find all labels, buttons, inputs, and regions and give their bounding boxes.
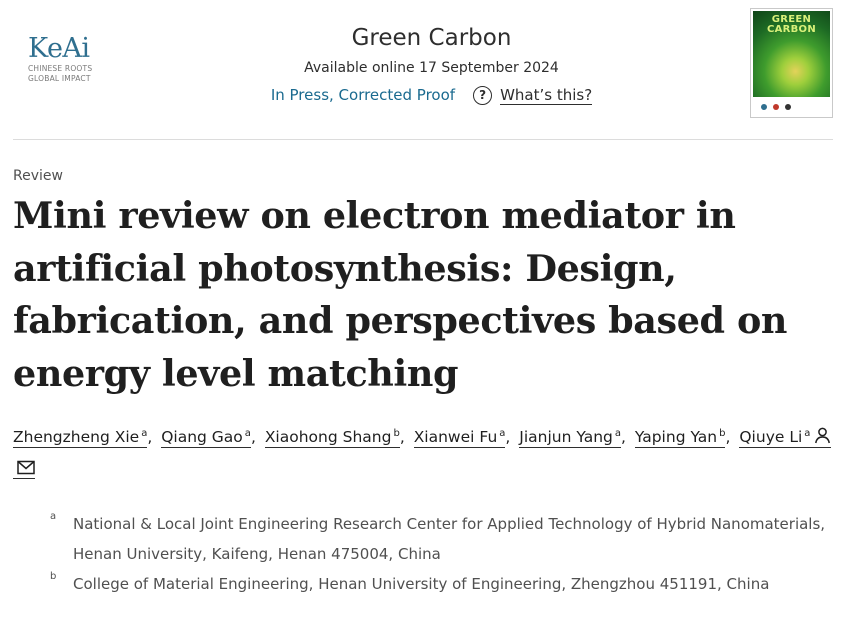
- cover-title: GREEN CARBON: [753, 15, 830, 35]
- cover-publisher-mark: [761, 104, 767, 110]
- author-affiliation-mark: a: [804, 427, 811, 439]
- cover-title-line2: CARBON: [766, 24, 817, 35]
- question-circle-icon: ?: [473, 85, 493, 105]
- affiliation-text: College of Material Engineering, Henan U…: [73, 575, 770, 593]
- affiliation-item: b College of Material Engineering, Henan …: [50, 569, 830, 599]
- person-icon: [814, 425, 831, 454]
- whats-this-help[interactable]: ? What’s this?: [473, 85, 593, 105]
- author-separator: ,: [505, 428, 511, 446]
- author-name: Zhengzheng Xie: [13, 428, 140, 446]
- author-link[interactable]: Qiang Gao a: [161, 428, 251, 448]
- cover-partner-mark: [785, 104, 791, 110]
- affiliation-item: a National & Local Joint Engineering Rese…: [50, 509, 830, 569]
- journal-cover-image: GREEN CARBON: [753, 11, 830, 115]
- author-separator: ,: [399, 428, 405, 446]
- journal-header: KeAi CHINESE ROOTS GLOBAL IMPACT Green C…: [0, 0, 841, 141]
- header-divider: [13, 139, 833, 140]
- publisher-wordmark: KeAi: [28, 33, 90, 64]
- author-separator: ,: [147, 428, 153, 446]
- author-affiliation-mark: b: [393, 427, 400, 439]
- author-name: Qiuye Li: [739, 428, 803, 446]
- author-name: Yaping Yan: [634, 428, 718, 446]
- author-separator: ,: [725, 428, 731, 446]
- author-name: Qiang Gao: [161, 428, 243, 446]
- article-status-row: In Press, Corrected Proof ? What’s this?: [200, 84, 663, 106]
- availability-date: Available online 17 September 2024: [304, 60, 559, 76]
- author-link[interactable]: Xianwei Fu a: [413, 428, 506, 448]
- author-link[interactable]: Jianjun Yang a: [519, 428, 622, 448]
- author-link[interactable]: Yaping Yan b: [634, 428, 726, 448]
- in-press-status-link[interactable]: In Press, Corrected Proof: [271, 84, 455, 106]
- affiliation-list: a National & Local Joint Engineering Rese…: [50, 509, 830, 599]
- author-separator: ,: [621, 428, 626, 446]
- article-type-label: Review: [13, 168, 63, 184]
- journal-cover-thumbnail[interactable]: GREEN CARBON: [750, 8, 833, 118]
- envelope-icon: [17, 456, 35, 485]
- author-name: Xiaohong Shang: [264, 428, 392, 446]
- publisher-logo[interactable]: KeAi CHINESE ROOTS GLOBAL IMPACT: [28, 34, 108, 84]
- publisher-tagline-line1: CHINESE ROOTS: [28, 64, 93, 73]
- author-list: Zhengzheng Xie a, Qiang Gao a, Xiaohong Sh…: [13, 423, 833, 485]
- author-link[interactable]: Xiaohong Shang b: [264, 427, 400, 448]
- journal-title-link[interactable]: Green Carbon: [352, 22, 512, 54]
- author-link[interactable]: Zhengzheng Xie a: [13, 428, 148, 448]
- publisher-tagline-line2: GLOBAL IMPACT: [28, 74, 91, 83]
- affiliation-mark: b: [50, 571, 57, 582]
- affiliation-text: National & Local Joint Engineering Resea…: [73, 515, 826, 563]
- author-name: Jianjun Yang: [519, 428, 613, 446]
- cover-partner-mark: [773, 104, 779, 110]
- affiliation-mark: a: [50, 511, 57, 522]
- journal-info: Green Carbon Available online 17 Septemb…: [200, 22, 663, 106]
- whats-this-link[interactable]: What’s this?: [500, 86, 593, 105]
- article-title: Mini review on electron mediator in arti…: [13, 194, 788, 395]
- author-name: Xianwei Fu: [413, 428, 498, 446]
- author-separator: ,: [250, 428, 256, 446]
